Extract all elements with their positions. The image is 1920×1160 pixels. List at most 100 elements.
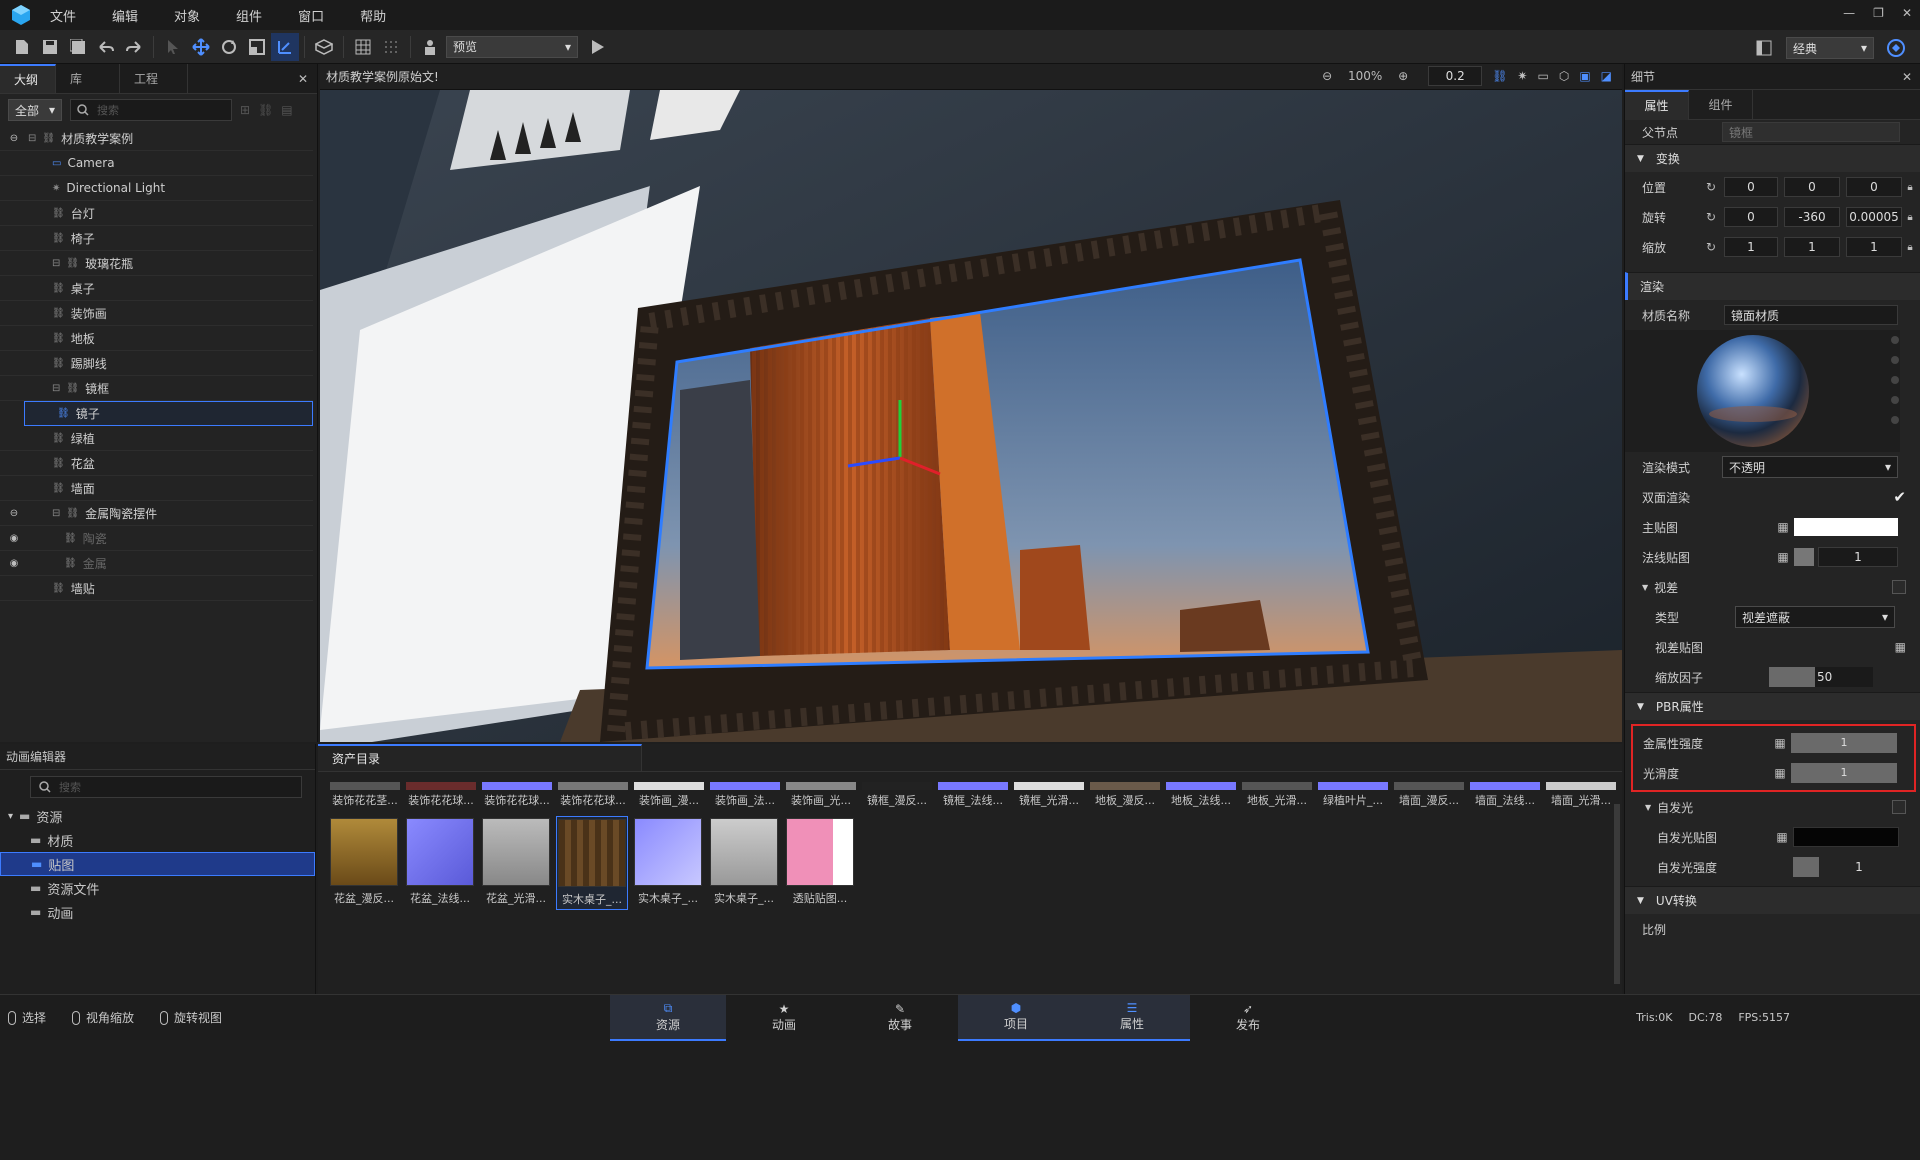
undo-icon[interactable] [92,33,120,61]
texture-picker-icon[interactable]: ▦ [1772,520,1794,534]
tree-item[interactable]: ⊟ ⛓ 玻璃花瓶 [0,251,313,276]
asset-item[interactable]: 镜框_漫反... [860,782,934,808]
asset-item[interactable]: 装饰花花球... [556,782,630,808]
close-panel-icon[interactable]: ✕ [1902,70,1912,84]
parallax-row[interactable]: ▼ 视差 [1625,572,1920,602]
lock-icon[interactable]: 🔒︎ [1902,212,1918,223]
outline-search-input[interactable]: 搜索 [70,99,232,121]
emissive-strength-slider[interactable] [1793,857,1819,877]
reset-icon[interactable]: ↻ [1698,180,1724,194]
asset-item[interactable]: 装饰画_法... [708,782,782,808]
tab-story[interactable]: ✎ 故事 [842,995,958,1041]
texture-picker-icon[interactable]: ▦ [1772,550,1794,564]
outline-filter-select[interactable]: 全部 ▾ [8,99,62,121]
layout-select[interactable]: 经典 ▾ [1786,37,1874,59]
tree-item[interactable]: ⊖ ⊟ ⛓ 材质教学案例 [0,126,313,151]
asset-item[interactable]: 花盆_法线... [404,816,476,908]
emissive-color-swatch[interactable] [1793,827,1899,847]
asset-item[interactable]: 透贴贴图... [784,816,856,908]
dots-grid-icon[interactable] [377,33,405,61]
minimize-icon[interactable]: — [1843,6,1855,20]
asset-item[interactable]: 地板_漫反... [1088,782,1162,808]
tree-item[interactable]: ⛓ 墙贴 [0,576,313,601]
asset-item[interactable]: 花盆_漫反... [328,816,400,908]
folder-item[interactable]: ▬ 贴图 [0,852,315,876]
section-pbr[interactable]: ▼ PBR属性 [1625,692,1920,720]
main-texture-swatch[interactable] [1794,518,1898,536]
expand-all-icon[interactable]: ⊞ [240,103,250,117]
tree-item[interactable]: ▭ Camera [0,151,313,176]
perspective-icon[interactable]: ▣ [1579,69,1590,83]
player-icon[interactable] [416,33,444,61]
tab-resources[interactable]: ⧉ 资源 [610,994,726,1041]
tab-outline[interactable]: 大纲 [0,64,56,93]
rotate-icon[interactable] [215,33,243,61]
visibility-eye-icon[interactable]: ◉ [8,557,20,569]
tree-item[interactable]: ⊖ ⊟ ⛓ 金属陶瓷摆件 [0,501,313,526]
scale-factor-slider[interactable] [1769,667,1815,687]
preview-mode-select[interactable]: 预览 ▾ [446,35,578,58]
asset-search-input[interactable]: 搜索 [30,776,302,798]
zoom-in-icon[interactable]: ⊕ [1398,69,1408,83]
tab-properties[interactable]: 属性 [1625,89,1689,120]
tab-components[interactable]: 组件 [1689,89,1753,120]
asset-item[interactable]: 装饰花花茎... [328,782,402,808]
render-mode-select[interactable]: 不透明 ▾ [1722,456,1898,478]
snap-step-input[interactable]: 0.2 [1428,66,1483,86]
tree-item[interactable]: ⛓ 装饰画 [0,301,313,326]
parallax-checkbox[interactable] [1892,580,1906,594]
asset-item[interactable]: 花盆_光滑... [480,816,552,908]
scale-factor-input[interactable]: 50 [1815,667,1873,687]
tab-properties-bottom[interactable]: ☰ 属性 [1074,994,1190,1041]
scale-x-input[interactable]: 1 [1724,237,1778,257]
normal-map-swatch[interactable] [1794,548,1814,566]
visibility-eye-icon[interactable]: ⊖ [8,507,20,519]
rotation-y-input[interactable]: -360 [1784,207,1840,227]
parallax-type-select[interactable]: 视差遮蔽 ▾ [1735,606,1895,628]
scene-render[interactable] [320,90,1622,742]
menu-object[interactable]: 对象 [174,6,200,25]
expand-toggle-icon[interactable]: ⊟ [52,508,60,519]
tree-item[interactable]: ⛓ 椅子 [0,226,313,251]
expand-toggle-icon[interactable]: ⊟ [28,133,36,144]
menu-window[interactable]: 窗口 [298,6,324,25]
tree-item[interactable]: ⊟ ⛓ 镜框 [0,376,313,401]
material-name-field[interactable]: 镜面材质 [1724,305,1898,325]
section-transform[interactable]: ▼ 变换 [1625,144,1920,172]
tab-publish[interactable]: ➶ 发布 [1190,995,1306,1041]
asset-item[interactable]: 装饰花花球... [404,782,478,808]
asset-item[interactable]: 装饰花花球... [480,782,554,808]
world-space-icon[interactable] [310,33,338,61]
link-view-icon[interactable]: ⛓ [1492,69,1507,83]
move-icon[interactable] [187,33,215,61]
lock-icon[interactable]: 🔒︎ [1902,182,1918,193]
metallic-slider[interactable]: 1 [1791,733,1897,753]
asset-item[interactable]: 地板_法线... [1164,782,1238,808]
redo-icon[interactable] [120,33,148,61]
tree-item[interactable]: ⛓ 地板 [0,326,313,351]
restore-icon[interactable]: ❐ [1873,6,1884,20]
sun-icon[interactable]: ✷ [1517,69,1527,83]
section-render[interactable]: 渲染 [1625,272,1920,300]
tree-item[interactable]: ◉ ⛓ 陶瓷 [0,526,313,551]
texture-picker-icon[interactable]: ▦ [1769,766,1791,780]
cube-icon[interactable]: ⬡ [1559,69,1569,83]
asset-scrollbar[interactable] [1614,804,1620,984]
expand-toggle-icon[interactable]: ⊟ [52,258,60,269]
asset-item[interactable]: 绿植叶片_... [1316,782,1390,808]
rotation-x-input[interactable]: 0 [1724,207,1778,227]
visibility-eye-icon[interactable]: ⊖ [8,132,20,144]
material-preview[interactable] [1625,330,1900,452]
stats-icon[interactable]: ◪ [1601,69,1612,83]
asset-item[interactable]: 镜框_光滑... [1012,782,1086,808]
camera-icon[interactable]: ▭ [1537,69,1548,83]
tree-item[interactable]: ✷ Directional Light [0,176,313,201]
scale-z-input[interactable]: 1 [1846,237,1902,257]
close-panel-icon[interactable]: ✕ [289,64,317,93]
lock-icon[interactable]: 🔒︎ [1902,242,1918,253]
account-icon[interactable] [1882,34,1910,62]
tree-item[interactable]: ◉ ⛓ 金属 [0,551,313,576]
reset-icon[interactable]: ↻ [1698,210,1724,224]
folder-item[interactable]: ▾ ▬ 资源 [0,804,315,828]
folder-item[interactable]: ▬ 资源文件 [0,876,315,900]
